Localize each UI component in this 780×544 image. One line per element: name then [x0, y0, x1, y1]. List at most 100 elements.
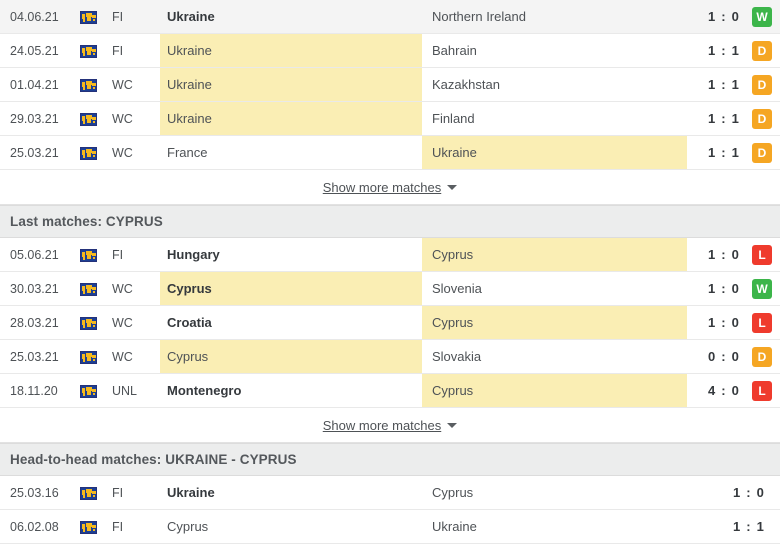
- match-row[interactable]: 04.06.21 FI Ukraine Northern Ireland 1 : 0 W: [0, 0, 780, 34]
- world-map-icon: [80, 248, 97, 262]
- competition-code: WC: [112, 282, 133, 296]
- match-row[interactable]: 25.03.16 FI Ukraine Cyprus 1 : 0: [0, 476, 780, 510]
- competition-code: WC: [112, 316, 133, 330]
- match-score: 1 : 0: [707, 281, 740, 296]
- section-header-head-to-head-matches: Head-to-head matches: UKRAINE - CYPRUS: [0, 443, 780, 476]
- competition-icon-cell: [80, 68, 106, 102]
- match-date: 25.03.16: [10, 486, 59, 500]
- home-team-name: Ukraine: [167, 77, 212, 92]
- home-team-name: Cyprus: [167, 519, 209, 534]
- match-row[interactable]: 25.03.21 WC France Ukraine 1 : 1 D: [0, 136, 780, 170]
- match-date: 05.06.21: [10, 248, 59, 262]
- match-date: 25.03.21: [10, 350, 59, 364]
- competition-icon-cell: [80, 136, 106, 170]
- away-team-name: Slovakia: [432, 349, 482, 364]
- result-badge-cell: D: [750, 68, 774, 102]
- result-badge-cell: W: [750, 272, 774, 306]
- result-badge: W: [752, 7, 772, 27]
- match-score: 1 : 1: [707, 145, 740, 160]
- show-more-row: Show more matches: [0, 170, 780, 205]
- match-score: 1 : 0: [707, 247, 740, 262]
- world-map-icon: [80, 520, 97, 534]
- world-map-icon: [80, 316, 97, 330]
- result-badge: L: [752, 245, 772, 265]
- chevron-down-icon: [447, 422, 458, 428]
- competition-icon-cell: [80, 102, 106, 136]
- match-history-panel: 04.06.21 FI Ukraine Northern Ireland 1 : 0 W 2…: [0, 0, 780, 544]
- match-row[interactable]: 30.03.21 WC Cyprus Slovenia 1 : 0 W: [0, 272, 780, 306]
- away-team-name: Cyprus: [432, 383, 474, 398]
- match-row[interactable]: 01.04.21 WC Ukraine Kazakhstan 1 : 1 D: [0, 68, 780, 102]
- result-badge-cell: D: [750, 34, 774, 68]
- home-team-name: Ukraine: [167, 485, 215, 500]
- section-header-last-matches-cyprus: Last matches: CYPRUS: [0, 205, 780, 238]
- match-score: 1 : 0: [707, 315, 740, 330]
- world-map-icon: [80, 78, 97, 92]
- result-badge-cell: D: [750, 340, 774, 374]
- world-map-icon: [80, 146, 97, 160]
- result-badge-cell: L: [750, 238, 774, 272]
- competition-code: FI: [112, 10, 124, 24]
- world-map-icon: [80, 44, 97, 58]
- world-map-icon: [80, 350, 97, 364]
- match-row[interactable]: 06.02.08 FI Cyprus Ukraine 1 : 1: [0, 510, 780, 544]
- match-row[interactable]: 05.06.21 FI Hungary Cyprus 1 : 0 L: [0, 238, 780, 272]
- world-map-icon: [80, 384, 97, 398]
- away-team-name: Cyprus: [432, 315, 474, 330]
- result-badge-cell: L: [750, 374, 774, 408]
- match-score: 1 : 0: [707, 9, 740, 24]
- result-badge-cell: W: [750, 0, 774, 34]
- match-score: 0 : 0: [707, 349, 740, 364]
- competition-icon-cell: [80, 374, 106, 408]
- match-date: 06.02.08: [10, 520, 59, 534]
- competition-icon-cell: [80, 340, 106, 374]
- competition-icon-cell: [80, 510, 106, 544]
- section-title: Head-to-head matches: UKRAINE - CYPRUS: [10, 452, 297, 467]
- result-badge: D: [752, 75, 772, 95]
- competition-code: WC: [112, 78, 133, 92]
- match-date: 18.11.20: [10, 384, 58, 398]
- competition-icon-cell: [80, 476, 106, 510]
- result-badge: D: [752, 109, 772, 129]
- competition-code: WC: [112, 112, 133, 126]
- result-badge: L: [752, 313, 772, 333]
- home-team-name: Cyprus: [167, 281, 212, 296]
- world-map-icon: [80, 282, 97, 296]
- match-score: 1 : 1: [707, 43, 740, 58]
- match-score: 1 : 1: [732, 519, 765, 534]
- competition-code: FI: [112, 248, 124, 262]
- result-badge: W: [752, 279, 772, 299]
- show-more-matches-button[interactable]: Show more matches: [323, 418, 458, 433]
- match-row[interactable]: 29.03.21 WC Ukraine Finland 1 : 1 D: [0, 102, 780, 136]
- match-row[interactable]: 28.03.21 WC Croatia Cyprus 1 : 0 L: [0, 306, 780, 340]
- match-date: 28.03.21: [10, 316, 59, 330]
- result-badge: D: [752, 347, 772, 367]
- match-date: 04.06.21: [10, 10, 59, 24]
- competition-icon-cell: [80, 34, 106, 68]
- show-more-label: Show more matches: [322, 417, 442, 433]
- match-row[interactable]: 25.03.21 WC Cyprus Slovakia 0 : 0 D: [0, 340, 780, 374]
- away-team-name: Ukraine: [432, 519, 477, 534]
- away-team-name: Slovenia: [432, 281, 482, 296]
- match-row[interactable]: 24.05.21 FI Ukraine Bahrain 1 : 1 D: [0, 34, 780, 68]
- match-date: 24.05.21: [10, 44, 59, 58]
- match-row[interactable]: 18.11.20 UNL Montenegro Cyprus 4 : 0 L: [0, 374, 780, 408]
- match-score: 4 : 0: [707, 383, 740, 398]
- away-team-name: Northern Ireland: [432, 9, 526, 24]
- match-date: 25.03.21: [10, 146, 59, 160]
- home-team-name: Ukraine: [167, 9, 215, 24]
- home-team-name: France: [167, 145, 208, 160]
- away-team-name: Cyprus: [432, 247, 474, 262]
- competition-icon-cell: [80, 272, 106, 306]
- competition-code: FI: [112, 44, 124, 58]
- competition-code: UNL: [112, 384, 138, 398]
- match-date: 01.04.21: [10, 78, 59, 92]
- home-team-name: Cyprus: [167, 349, 209, 364]
- match-date: 30.03.21: [10, 282, 59, 296]
- world-map-icon: [80, 112, 97, 126]
- competition-icon-cell: [80, 306, 106, 340]
- home-team-name: Ukraine: [167, 111, 212, 126]
- show-more-matches-button[interactable]: Show more matches: [323, 180, 458, 195]
- result-badge-cell: D: [750, 102, 774, 136]
- competition-code: FI: [112, 520, 124, 534]
